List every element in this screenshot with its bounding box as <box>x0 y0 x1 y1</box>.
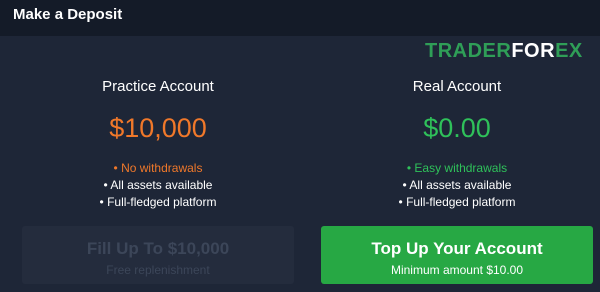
top-up-account-button[interactable]: Top Up Your Account Minimum amount $10.0… <box>321 226 593 284</box>
real-feature-withdrawals: • Easy withdrawals <box>406 161 508 175</box>
fill-up-practice-button[interactable]: Fill Up To $10,000 Free replenishment <box>22 226 294 284</box>
fill-up-button-label: Fill Up To $10,000 <box>86 239 230 258</box>
fill-up-button-sublabel: Free replenishment <box>106 263 210 277</box>
practice-account-amount: $10,000 <box>109 113 207 143</box>
practice-account-title: Practice Account <box>102 78 214 95</box>
logo-part-ex: EX <box>555 40 583 62</box>
top-up-button-sublabel: Minimum amount $10.00 <box>390 263 524 277</box>
modal-title: Make a Deposit <box>13 6 123 23</box>
real-account-amount: $0.00 <box>423 113 491 143</box>
real-account-title: Real Account <box>412 78 502 95</box>
real-features-list: • Easy withdrawals • All assets availabl… <box>307 160 600 211</box>
real-account-panel: Real Account $0.00 • Easy withdrawals • … <box>307 78 600 211</box>
logo-part-trader: TRADER <box>425 40 512 62</box>
traderforex-logo: TRADERFOREX <box>425 40 583 63</box>
practice-feature-assets: • All assets available <box>103 178 213 192</box>
real-feature-platform: • Full-fledged platform <box>398 195 516 209</box>
practice-features-list: • No withdrawals • All assets available … <box>8 160 308 211</box>
top-up-button-label: Top Up Your Account <box>371 239 543 258</box>
modal-header: Make a Deposit <box>0 0 600 36</box>
practice-feature-withdrawals: • No withdrawals <box>113 161 203 175</box>
real-feature-assets: • All assets available <box>402 178 512 192</box>
logo-part-for: FOR <box>511 40 556 62</box>
practice-account-panel: Practice Account $10,000 • No withdrawal… <box>8 78 308 211</box>
practice-feature-platform: • Full-fledged platform <box>99 195 217 209</box>
